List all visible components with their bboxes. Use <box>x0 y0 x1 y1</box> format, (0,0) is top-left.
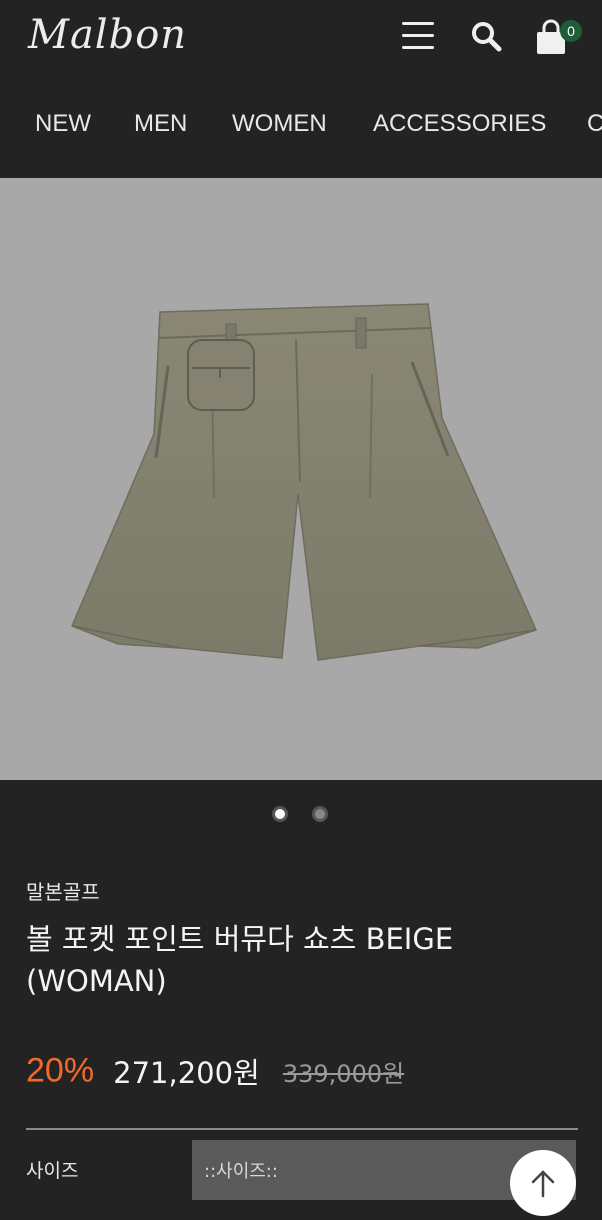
cart-count-badge: 0 <box>560 20 582 42</box>
price-row: 20% 271,200원 339,000원 <box>26 1050 404 1092</box>
gallery-pagination <box>0 806 602 826</box>
product-title: 볼 포켓 포인트 버뮤다 쇼츠 BEIGE (WOMAN) <box>26 922 454 998</box>
product-brand[interactable]: 말본골프 <box>26 876 100 905</box>
gallery-dot-2[interactable] <box>312 806 328 822</box>
original-price: 339,000원 <box>282 1059 405 1088</box>
product-image <box>71 303 538 661</box>
nav-item-men[interactable]: MEN <box>134 110 187 138</box>
sale-price: 271,200원 <box>113 1056 260 1090</box>
hamburger-menu-icon[interactable] <box>400 20 436 52</box>
nav-item-women[interactable]: WOMEN <box>232 110 327 138</box>
size-label: 사이즈 <box>26 1160 79 1182</box>
search-icon[interactable] <box>470 20 504 54</box>
discount-rate: 20% <box>26 1051 95 1090</box>
site-header: Malbon 0 <box>0 0 602 88</box>
category-nav: NEW MEN WOMEN ACCESSORIES C <box>0 88 602 176</box>
arrow-up-icon <box>531 1170 555 1198</box>
size-select-value: ::사이즈:: <box>204 1161 278 1182</box>
nav-item-new[interactable]: NEW <box>35 110 91 138</box>
product-image-gallery[interactable] <box>0 178 602 780</box>
cart-button[interactable]: 0 <box>534 18 582 58</box>
nav-item-accessories[interactable]: ACCESSORIES <box>373 110 546 138</box>
gallery-dot-1[interactable] <box>272 806 288 822</box>
section-divider <box>26 1128 578 1130</box>
nav-item-more[interactable]: C <box>587 110 602 138</box>
scroll-to-top-button[interactable] <box>510 1150 576 1216</box>
malbon-logo[interactable]: Malbon <box>28 12 187 58</box>
